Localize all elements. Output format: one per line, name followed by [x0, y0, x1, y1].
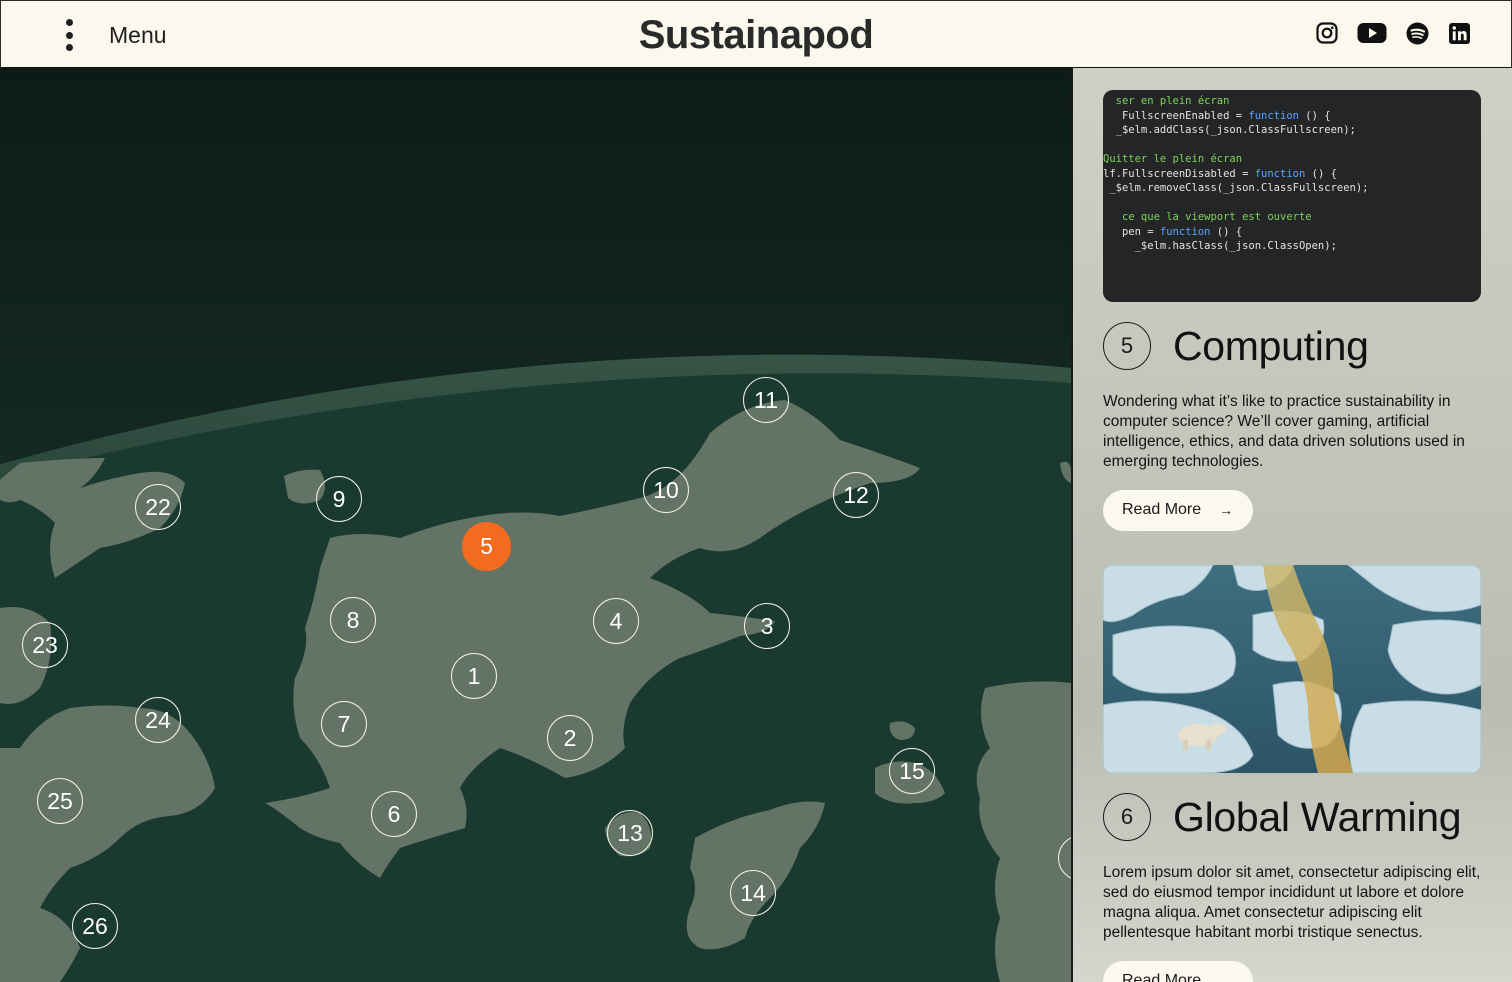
read-more-label: Read More: [1122, 501, 1202, 518]
episode-description: Lorem ipsum dolor sit amet, consectetur …: [1103, 864, 1481, 941]
linkedin-icon[interactable]: [1447, 21, 1471, 45]
code-line: _$elm.addClass(_json.ClassFullscreen);: [1103, 124, 1356, 136]
episode-card: ser en plein écran FullscreenEnabled = f…: [1103, 90, 1482, 531]
code-screenshot-image: ser en plein écran FullscreenEnabled = f…: [1103, 90, 1481, 302]
site-title: Sustainapod: [638, 13, 874, 57]
episode-title: Global Warming: [1173, 793, 1462, 840]
menu-button[interactable]: Menu: [59, 15, 167, 55]
code-line: _$elm.hasClass(_json.ClassOpen);: [1103, 240, 1337, 252]
map-marker[interactable]: 4: [593, 598, 639, 644]
map-marker[interactable]: 24: [135, 697, 181, 743]
card-header: 5 Computing: [1103, 322, 1482, 370]
map-marker[interactable]: 13: [607, 810, 653, 856]
map-marker[interactable]: 15: [889, 748, 935, 794]
map-marker[interactable]: 2: [547, 715, 593, 761]
code-line: Quitter le plein écran: [1103, 153, 1243, 165]
map-marker[interactable]: 3: [744, 603, 790, 649]
youtube-icon[interactable]: [1357, 21, 1387, 45]
episode-panel[interactable]: ser en plein écran FullscreenEnabled = f…: [1071, 68, 1512, 982]
instagram-icon[interactable]: [1315, 21, 1339, 45]
episode-number-badge: 5: [1103, 322, 1151, 370]
map-marker[interactable]: 26: [72, 903, 118, 949]
social-links: [1315, 21, 1471, 45]
world-map[interactable]: 1 2 3 4 5 6 7 8 9 10 11 12 13 14 15 22 2…: [0, 68, 1071, 982]
top-header: Menu Sustainapod: [0, 0, 1512, 68]
read-more-button[interactable]: Read More →: [1103, 490, 1254, 531]
arrow-right-icon: →: [1219, 973, 1234, 982]
code-line: ser en plein écran: [1103, 95, 1230, 107]
code-line: lf.FullscreenDisabled = function () {: [1103, 167, 1337, 180]
code-line: ce que la viewport est ouverte: [1103, 211, 1312, 223]
map-marker[interactable]: 10: [643, 467, 689, 513]
map-marker[interactable]: 25: [37, 778, 83, 824]
code-line: _$elm.removeClass(_json.ClassFullscreen)…: [1103, 182, 1369, 194]
code-line: FullscreenEnabled = function () {: [1103, 109, 1331, 122]
map-marker[interactable]: 6: [371, 791, 417, 837]
menu-label: Menu: [109, 21, 167, 48]
map-marker[interactable]: 22: [135, 484, 181, 530]
code-line: pen = function () {: [1103, 225, 1243, 238]
polar-bear-ice-image: [1103, 565, 1481, 773]
map-marker[interactable]: 1: [451, 653, 497, 699]
episode-card: 6 Global Warming Lorem ipsum dolor sit a…: [1103, 565, 1482, 982]
episode-title: Computing: [1173, 322, 1369, 369]
episode-number-badge: 6: [1103, 793, 1151, 841]
map-marker[interactable]: 14: [730, 870, 776, 916]
map-marker[interactable]: 7: [321, 701, 367, 747]
read-more-button[interactable]: Read More →: [1103, 961, 1254, 982]
episode-description: Wondering what it’s like to practice sus…: [1103, 393, 1465, 470]
map-marker[interactable]: 8: [330, 597, 376, 643]
arrow-right-icon: →: [1219, 502, 1234, 518]
map-marker-active[interactable]: 5: [462, 522, 511, 571]
map-marker[interactable]: 23: [22, 622, 68, 668]
map-marker[interactable]: 11: [743, 377, 789, 423]
kebab-menu-icon: [59, 19, 79, 51]
read-more-label: Read More: [1122, 972, 1202, 982]
spotify-icon[interactable]: [1405, 21, 1429, 45]
map-marker[interactable]: 12: [833, 472, 879, 518]
map-marker[interactable]: 9: [316, 476, 362, 522]
card-header: 6 Global Warming: [1103, 793, 1482, 841]
